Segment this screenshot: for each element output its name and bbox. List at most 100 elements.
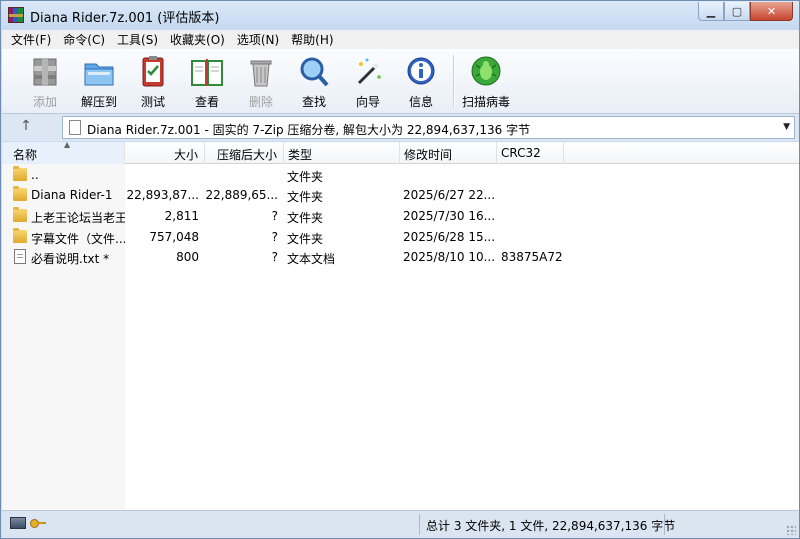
wizard-button[interactable]: 向导	[341, 53, 395, 111]
column-headers: 名称 ▲ 大小 压缩后大小 类型 修改时间 CRC32	[2, 140, 799, 164]
find-magnifier-icon	[300, 57, 329, 87]
add-button[interactable]: 添加	[18, 53, 72, 111]
delete-trash-icon	[250, 60, 272, 87]
extract-to-label: 解压到	[80, 95, 117, 109]
resize-grip[interactable]	[786, 525, 796, 535]
table-row[interactable]: .. 文件夹	[2, 165, 799, 185]
status-icons	[10, 517, 46, 529]
file-name: ..	[31, 168, 39, 182]
winrar-app-icon[interactable]	[8, 7, 24, 23]
test-icon	[142, 56, 164, 87]
table-row[interactable]: 必看说明.txt * 800 ? 文本文档 2025/8/10 10... 83…	[2, 247, 799, 267]
file-name: Diana Rider-1	[31, 188, 113, 202]
text-file-icon	[14, 249, 26, 264]
file-list[interactable]: 名称 ▲ 大小 压缩后大小 类型 修改时间 CRC32 .. 文件夹 Diana…	[2, 140, 799, 510]
status-summary: 总计 3 文件夹, 1 文件, 22,894,637,136 字节	[426, 519, 676, 533]
minimize-icon: ▁	[706, 4, 716, 18]
virus-scan-button[interactable]: 扫描病毒	[457, 53, 515, 111]
file-name: 字幕文件（文件...	[31, 232, 125, 246]
address-bar[interactable]: Diana Rider.7z.001 - 固实的 7-Zip 压缩分卷, 解包大…	[62, 116, 795, 139]
menu-favorites[interactable]: 收藏夹(O)	[165, 31, 230, 48]
column-header-size[interactable]: 大小	[125, 142, 205, 164]
virus-scan-icon	[471, 56, 501, 86]
close-button[interactable]: ✕	[750, 2, 793, 21]
file-size: 800	[176, 250, 199, 264]
info-icon	[407, 57, 435, 85]
file-size: 757,048	[149, 230, 199, 244]
test-button[interactable]: 测试	[126, 53, 180, 111]
minimize-button[interactable]: ▁	[698, 2, 724, 21]
table-row[interactable]: 字幕文件（文件... 757,048 ? 文件夹 2025/6/28 15...	[2, 227, 799, 247]
file-type: 文件夹	[287, 170, 324, 184]
title-bar[interactable]: Diana Rider.7z.001 (评估版本) ▁ ▢ ✕	[1, 1, 799, 30]
status-bar: 总计 3 文件夹, 1 文件, 22,894,637,136 字节	[2, 510, 799, 538]
wizard-wand-icon	[357, 58, 381, 85]
folder-icon	[13, 207, 27, 222]
test-label: 测试	[140, 95, 165, 109]
up-arrow-icon: ↑	[20, 118, 32, 134]
menu-commands[interactable]: 命令(C)	[58, 31, 110, 48]
toolbar: 添加 解压到 测试 查看 删除 查找 向导 信息 扫描病毒	[2, 49, 799, 114]
file-crc32: 83875A72	[501, 250, 563, 264]
column-header-modified[interactable]: 修改时间	[400, 142, 497, 164]
maximize-button[interactable]: ▢	[724, 2, 750, 21]
add-archive-icon	[33, 58, 57, 86]
add-label: 添加	[32, 95, 57, 109]
file-type: 文件夹	[287, 232, 324, 246]
drive-icon[interactable]	[10, 517, 26, 529]
menu-options[interactable]: 选项(N)	[232, 31, 284, 48]
info-button[interactable]: 信息	[394, 53, 448, 111]
address-row: ↑ Diana Rider.7z.001 - 固实的 7-Zip 压缩分卷, 解…	[2, 114, 799, 141]
window-controls: ▁ ▢ ✕	[698, 2, 793, 21]
file-packed-size: ?	[271, 230, 278, 244]
column-name-label: 名称	[13, 148, 38, 162]
extract-to-button[interactable]: 解压到	[72, 53, 126, 111]
file-modified: 2025/8/10 10...	[403, 250, 495, 264]
sort-ascending-icon: ▲	[64, 140, 71, 149]
winrar-window: Diana Rider.7z.001 (评估版本) ▁ ▢ ✕ 文件(F) 命令…	[0, 0, 800, 539]
find-label: 查找	[301, 95, 326, 109]
column-header-crc32[interactable]: CRC32	[497, 142, 564, 164]
column-header-type[interactable]: 类型	[284, 142, 400, 164]
maximize-icon: ▢	[731, 4, 743, 18]
file-type: 文件夹	[287, 190, 324, 204]
menu-tools[interactable]: 工具(S)	[112, 31, 163, 48]
archive-file-icon	[69, 120, 81, 135]
file-size: 2,811	[164, 209, 199, 223]
toolbar-separator	[453, 55, 454, 107]
file-packed-size: ?	[271, 250, 278, 264]
table-row[interactable]: Diana Rider-1 22,893,87... 22,889,65... …	[2, 185, 799, 205]
delete-button[interactable]: 删除	[234, 53, 288, 111]
view-book-icon	[191, 59, 223, 86]
folder-icon	[13, 186, 27, 201]
info-label: 信息	[408, 95, 433, 109]
menu-bar: 文件(F) 命令(C) 工具(S) 收藏夹(O) 选项(N) 帮助(H)	[2, 30, 799, 49]
dropdown-arrow-icon[interactable]: ▼	[783, 122, 790, 132]
file-type: 文件夹	[287, 211, 324, 225]
wizard-label: 向导	[355, 95, 380, 109]
file-type: 文本文档	[287, 252, 336, 266]
key-icon[interactable]	[30, 517, 46, 529]
file-modified: 2025/6/28 15...	[403, 230, 495, 244]
extract-to-icon	[84, 63, 114, 86]
window-title: Diana Rider.7z.001 (评估版本)	[30, 11, 220, 26]
file-packed-size: ?	[271, 209, 278, 223]
status-divider	[664, 514, 665, 535]
file-name: 上老王论坛当老王	[31, 211, 125, 225]
view-label: 查看	[194, 95, 219, 109]
status-divider	[419, 514, 420, 535]
delete-label: 删除	[248, 95, 273, 109]
table-row[interactable]: 上老王论坛当老王 2,811 ? 文件夹 2025/7/30 16...	[2, 206, 799, 226]
column-header-name[interactable]: 名称 ▲	[2, 140, 125, 164]
column-header-packed[interactable]: 压缩后大小	[205, 142, 284, 164]
menu-help[interactable]: 帮助(H)	[286, 31, 338, 48]
find-button[interactable]: 查找	[287, 53, 341, 111]
view-button[interactable]: 查看	[180, 53, 234, 111]
folder-icon	[13, 166, 27, 181]
file-packed-size: 22,889,65...	[205, 188, 278, 202]
folder-icon	[13, 228, 27, 243]
menu-file[interactable]: 文件(F)	[6, 31, 56, 48]
virus-scan-label: 扫描病毒	[461, 95, 510, 109]
file-size: 22,893,87...	[126, 188, 199, 202]
up-one-level-button[interactable]: ↑	[16, 118, 36, 136]
